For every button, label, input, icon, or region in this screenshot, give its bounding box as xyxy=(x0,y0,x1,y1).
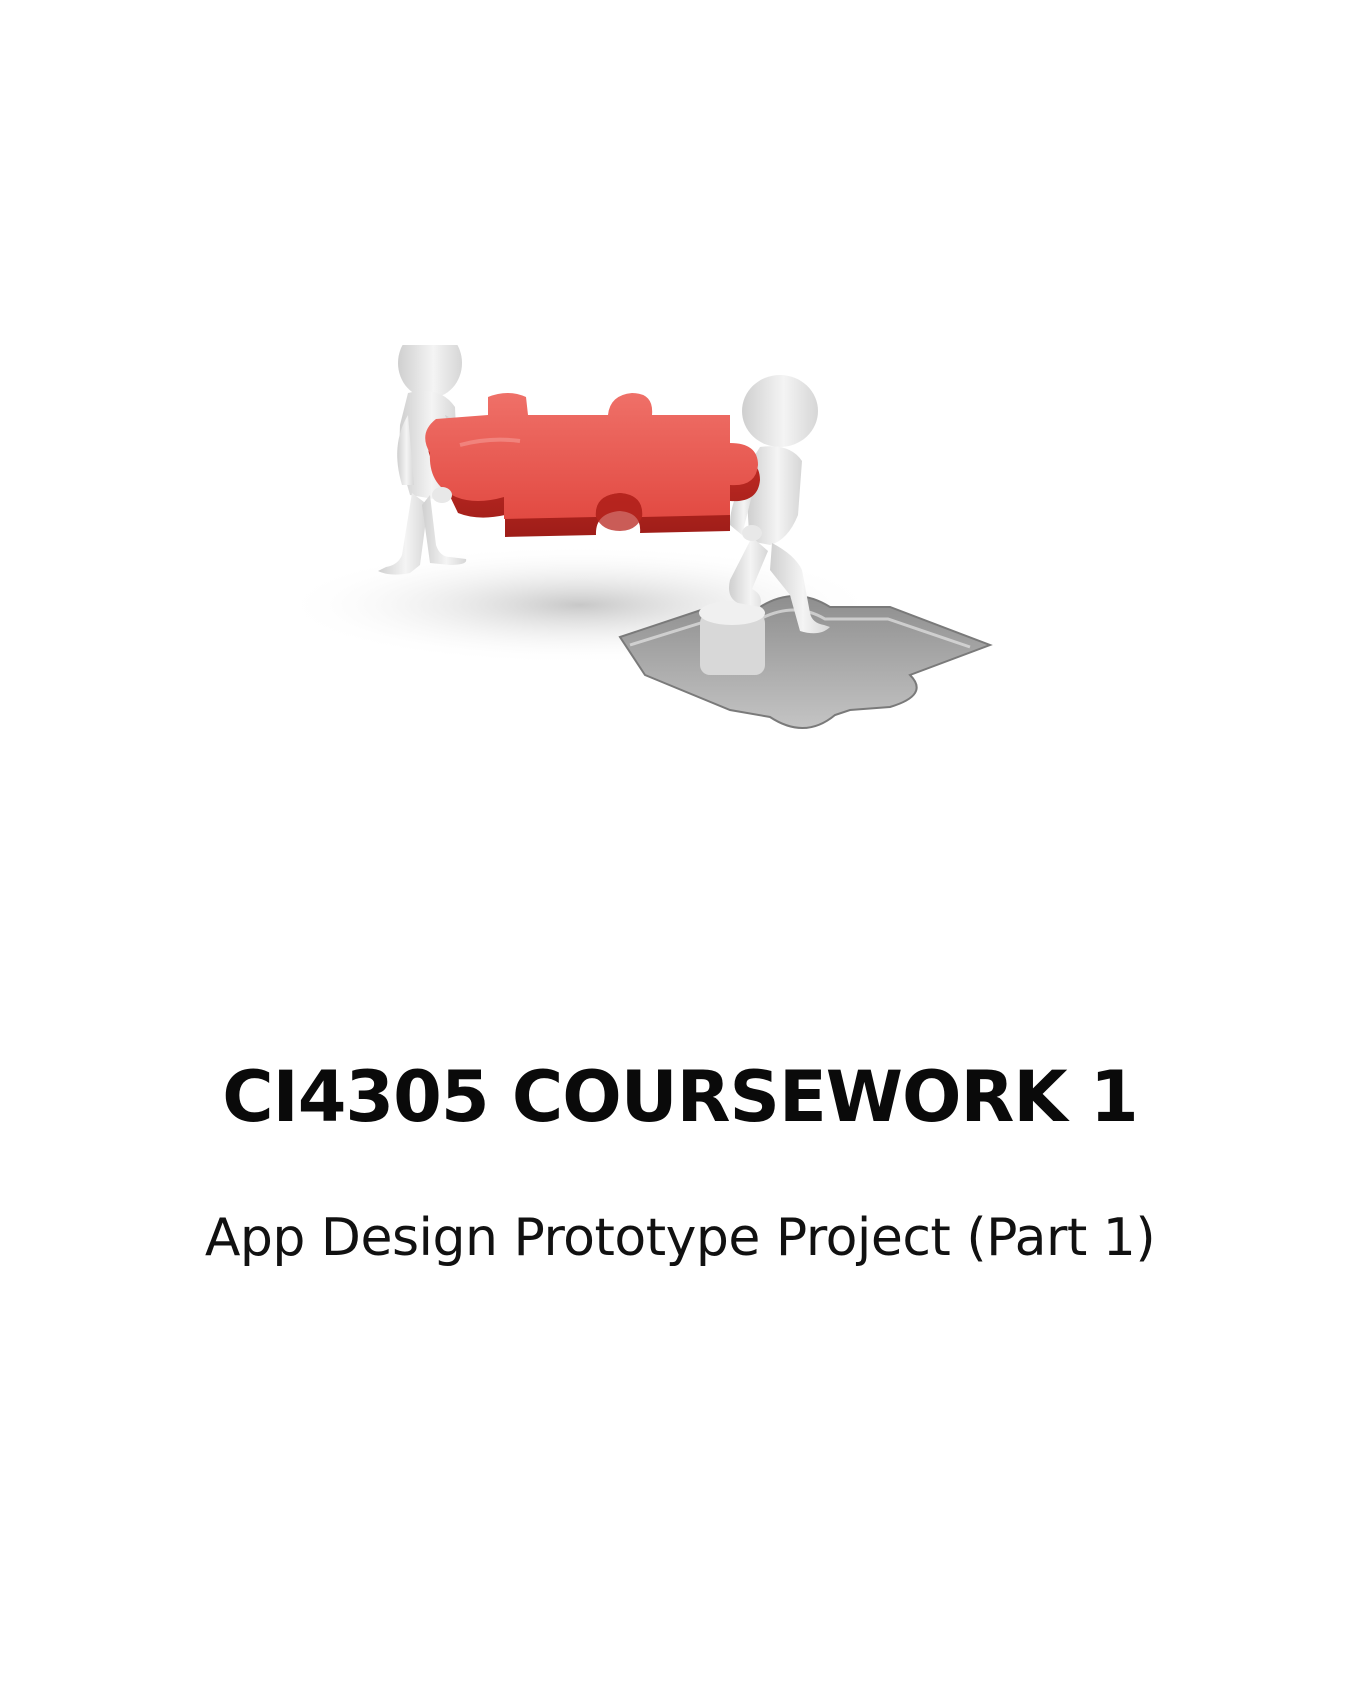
cover-page: CI4305 COURSEWORK 1 App Design Prototype… xyxy=(0,0,1360,1698)
pedestal xyxy=(699,601,765,675)
page-title: CI4305 COURSEWORK 1 xyxy=(222,1055,1138,1138)
page-subtitle: App Design Prototype Project (Part 1) xyxy=(204,1208,1156,1268)
puzzle-teamwork-illustration xyxy=(290,345,1090,805)
red-puzzle-piece xyxy=(425,393,760,537)
